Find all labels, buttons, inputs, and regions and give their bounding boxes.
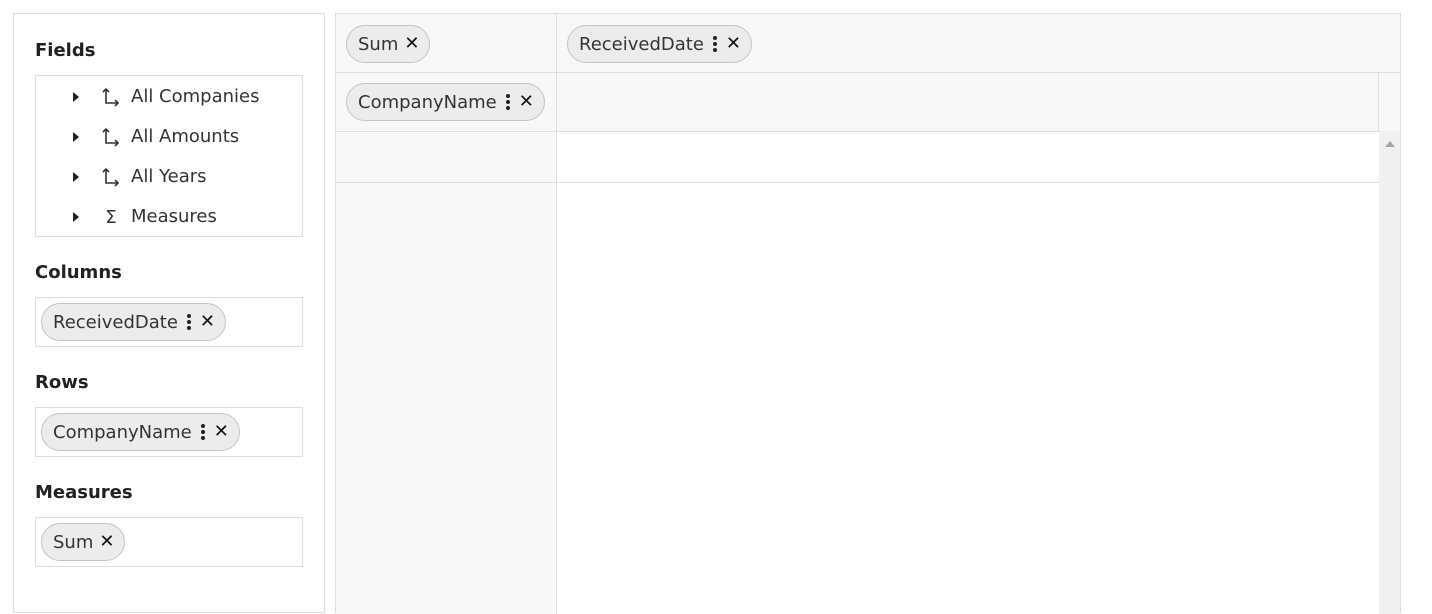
hierarchy-icon	[100, 86, 122, 108]
close-icon[interactable]: ✕	[404, 35, 419, 53]
scroll-up-arrow-icon[interactable]	[1385, 141, 1395, 147]
field-item-all-companies[interactable]: All Companies	[36, 77, 302, 117]
vertical-scrollbar[interactable]	[1379, 131, 1400, 614]
close-icon[interactable]: ✕	[214, 423, 229, 441]
rows-drop-area[interactable]: CompanyName ✕	[35, 407, 303, 457]
columns-header-cell: ReceivedDate ✕	[557, 14, 1400, 73]
measures-drop-area[interactable]: Sum ✕	[35, 517, 303, 567]
chip-label: CompanyName	[53, 421, 192, 443]
measures-chip-sum[interactable]: Sum ✕	[41, 523, 126, 561]
column-headers-area	[557, 73, 1379, 132]
data-row	[557, 132, 1379, 183]
field-label: All Companies	[131, 86, 260, 107]
chip-label: CompanyName	[358, 91, 497, 113]
row-header-cell	[336, 132, 557, 183]
data-empty-area	[557, 183, 1379, 614]
close-icon[interactable]: ✕	[200, 313, 215, 331]
chip-label: ReceivedDate	[579, 33, 704, 55]
field-item-all-years[interactable]: All Years	[36, 157, 302, 197]
more-vertical-icon[interactable]	[184, 312, 194, 332]
measures-header-cell: Sum ✕	[336, 14, 557, 73]
columns-title: Columns	[35, 262, 122, 283]
row-headers-empty-area	[336, 183, 557, 614]
pivot-configurator-panel: Fields All Companies All Amounts All Yea…	[13, 13, 325, 613]
chip-label: ReceivedDate	[53, 311, 178, 333]
field-label: Measures	[131, 206, 217, 227]
hierarchy-icon	[100, 166, 122, 188]
chip-label: Sum	[53, 531, 94, 553]
rows-chip-companyname[interactable]: CompanyName ✕	[41, 413, 240, 451]
expand-caret-icon[interactable]	[73, 92, 79, 102]
columns-drop-area[interactable]: ReceivedDate ✕	[35, 297, 303, 347]
chip-label: Sum	[358, 33, 399, 55]
field-item-all-amounts[interactable]: All Amounts	[36, 117, 302, 157]
rows-title: Rows	[35, 372, 89, 393]
grid-column-chip-receiveddate[interactable]: ReceivedDate ✕	[567, 25, 753, 63]
field-item-measures[interactable]: Σ Measures	[36, 197, 302, 237]
grid-row-chip-companyname[interactable]: CompanyName ✕	[346, 83, 545, 121]
rows-header-cell: CompanyName ✕	[336, 73, 557, 132]
hierarchy-icon	[100, 126, 122, 148]
close-icon[interactable]: ✕	[99, 533, 114, 551]
more-vertical-icon[interactable]	[710, 34, 720, 54]
grid-measure-chip-sum[interactable]: Sum ✕	[346, 25, 431, 63]
expand-caret-icon[interactable]	[73, 172, 79, 182]
columns-chip-receiveddate[interactable]: ReceivedDate ✕	[41, 303, 227, 341]
more-vertical-icon[interactable]	[503, 92, 513, 112]
field-label: All Amounts	[131, 126, 240, 147]
pivot-grid: Sum ✕ ReceivedDate ✕ CompanyName ✕	[335, 13, 1401, 614]
header-scroll-spacer	[1379, 73, 1400, 131]
expand-caret-icon[interactable]	[73, 132, 79, 142]
sigma-icon: Σ	[105, 206, 117, 228]
close-icon[interactable]: ✕	[519, 93, 534, 111]
fields-tree: All Companies All Amounts All Years Σ Me…	[35, 75, 303, 237]
measures-title: Measures	[35, 482, 133, 503]
more-vertical-icon[interactable]	[198, 422, 208, 442]
close-icon[interactable]: ✕	[726, 35, 741, 53]
field-label: All Years	[131, 166, 207, 187]
expand-caret-icon[interactable]	[73, 212, 79, 222]
fields-title: Fields	[35, 40, 96, 61]
